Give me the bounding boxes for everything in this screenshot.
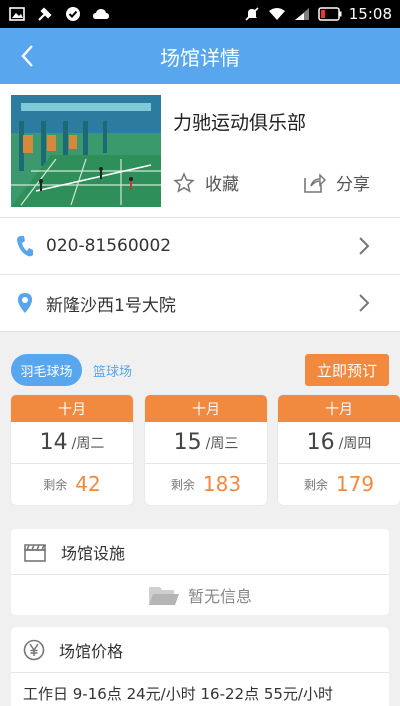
phone-number: 020-81560002 (46, 236, 172, 256)
clapperboard-icon (24, 543, 46, 562)
facilities-section: 场馆设施 暂无信息 (11, 529, 389, 615)
nav-bar: 场馆详情 (0, 28, 400, 84)
phone-icon (17, 236, 33, 257)
star-icon (173, 171, 195, 193)
divider (0, 332, 400, 343)
date-day: 15/周三 (145, 422, 267, 464)
date-remaining: 剩余 42 (43, 472, 101, 496)
date-card[interactable]: 十月 14/周二 剩余 42 (11, 395, 133, 505)
battery-icon (318, 6, 342, 22)
price-section: 场馆价格 工作日 9-16点 24元/小时 16-22点 55元/小时 (11, 627, 389, 706)
back-arrow-icon (21, 45, 33, 67)
address-row[interactable]: 新隆沙西1号大院 (0, 275, 400, 332)
mute-icon (243, 6, 261, 22)
status-time: 15:08 (348, 5, 392, 23)
date-card[interactable]: 十月 16/周四 剩余 179 (278, 395, 400, 505)
price-title: 场馆价格 (59, 641, 124, 661)
empty-text: 暂无信息 (187, 587, 252, 606)
price-header: 场馆价格 (11, 627, 389, 673)
page-title: 场馆详情 (160, 45, 240, 70)
facilities-title: 场馆设施 (61, 543, 126, 563)
signal-icon (293, 6, 311, 22)
favorite-label: 收藏 (205, 175, 239, 195)
date-selector: 十月 14/周二 剩余 42 十月 15/周三 剩余 183 十月 16/周四 剩余… (0, 395, 400, 513)
tools-icon (36, 6, 54, 22)
address-text: 新隆沙西1号大院 (46, 295, 176, 316)
image-notification-icon (8, 6, 26, 22)
date-day: 16/周四 (278, 422, 400, 464)
chevron-right-icon (359, 294, 370, 312)
share-icon (304, 172, 326, 193)
check-circle-icon (64, 6, 82, 22)
favorite-button[interactable]: 收藏 (173, 170, 239, 195)
date-card[interactable]: 十月 15/周三 剩余 183 (145, 395, 267, 505)
date-remaining: 剩余 179 (303, 472, 375, 496)
facilities-header: 场馆设施 (11, 529, 389, 575)
weather-icon (92, 6, 110, 22)
date-remaining: 剩余 183 (170, 472, 242, 496)
yen-coin-icon (23, 639, 45, 660)
venue-photo (11, 95, 161, 207)
wifi-icon (268, 6, 286, 22)
date-month: 十月 (278, 395, 400, 422)
date-day: 14/周二 (11, 422, 133, 464)
share-button[interactable]: 分享 (302, 170, 370, 195)
venue-name: 力驰运动俱乐部 (173, 112, 307, 134)
tab-badminton[interactable]: 羽毛球场 (11, 354, 82, 386)
chevron-right-icon (359, 237, 370, 255)
venue-card (0, 84, 400, 218)
price-text: 工作日 9-16点 24元/小时 16-22点 55元/小时 (23, 685, 333, 703)
tab-basketball[interactable]: 篮球场 (93, 354, 132, 386)
share-label: 分享 (336, 175, 370, 195)
back-button[interactable] (8, 28, 48, 84)
location-pin-icon (18, 293, 32, 313)
book-now-button[interactable]: 立即预订 (305, 354, 389, 386)
folder-icon (148, 587, 179, 605)
date-month: 十月 (145, 395, 267, 422)
status-bar: 15:08 (0, 0, 400, 28)
facilities-empty: 暂无信息 (11, 575, 389, 615)
date-month: 十月 (11, 395, 133, 422)
sport-tabs: 羽毛球场 篮球场 立即预订 (0, 343, 400, 395)
phone-row[interactable]: 020-81560002 (0, 218, 400, 275)
